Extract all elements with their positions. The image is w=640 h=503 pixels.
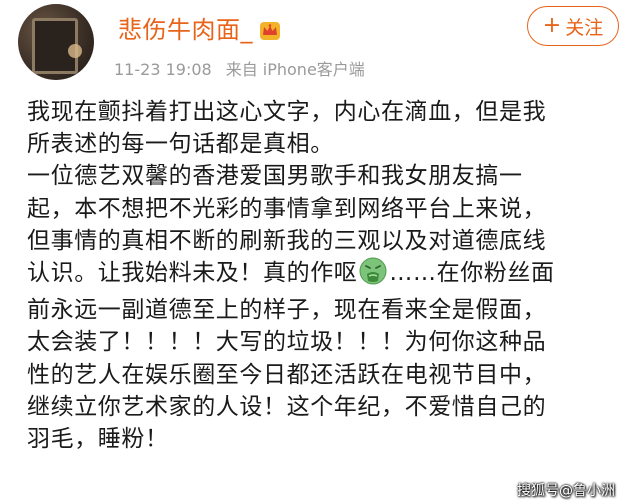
vomit-emoji-icon bbox=[359, 257, 387, 294]
content-line: 但事情的真相不断的刷新我的三观以及对道德底线 bbox=[27, 227, 547, 254]
crown-icon bbox=[259, 19, 281, 47]
content-line-with-emoji: 认识。让我始料未及！真的作呕 ……在你粉丝面 bbox=[27, 257, 627, 294]
watermark: 搜狐号@鲁小洲 bbox=[517, 483, 615, 499]
content-line-part: 认识。让我始料未及！真的作呕 bbox=[27, 260, 358, 287]
avatar-photo-light bbox=[68, 44, 82, 58]
post-content: 我现在颤抖着打出这心文字，内心在滴血，但是我 所表述的每一句话都是真相。 一位德… bbox=[27, 96, 627, 455]
content-line: 一位德艺双馨的香港爱国男歌手和我女朋友搞一 bbox=[27, 163, 523, 190]
post-source: 来自 iPhone客户端 bbox=[225, 60, 365, 79]
content-line: 所表述的每一句话都是真相。 bbox=[27, 131, 334, 158]
plus-icon: + bbox=[542, 13, 562, 38]
follow-label: 关注 bbox=[565, 16, 604, 39]
content-line: 前永远一副道德至上的样子，现在看来全是假面， bbox=[27, 297, 547, 324]
content-line: 我现在颤抖着打出这心文字，内心在滴血，但是我 bbox=[27, 99, 547, 125]
content-line: 羽毛，睡粉！ bbox=[27, 426, 169, 453]
post-timestamp: 11-23 19:08 bbox=[114, 60, 212, 79]
username-text: 悲伤牛肉面_ bbox=[118, 16, 253, 44]
avatar[interactable] bbox=[18, 4, 94, 80]
content-line-part: ……在你粉丝面 bbox=[389, 260, 555, 287]
content-line: 太会装了！！！！大写的垃圾！！！为何你这种品 bbox=[27, 329, 547, 356]
content-line: 继续立你艺术家的人设！这个年纪，不爱惜自己的 bbox=[27, 393, 547, 420]
content-line: 性的艺人在娱乐圈至今日都还活跃在电视节目中， bbox=[27, 361, 547, 388]
username[interactable]: 悲伤牛肉面_ bbox=[118, 10, 281, 47]
content-line: 起，本不想把不光彩的事情拿到网络平台上来说， bbox=[27, 195, 547, 222]
post-header: 悲伤牛肉面_ 11-23 19:08 来自 iPhone客户端 + 关注 bbox=[0, 0, 640, 90]
follow-button[interactable]: + 关注 bbox=[527, 6, 619, 46]
post-meta: 11-23 19:08 来自 iPhone客户端 bbox=[114, 56, 365, 80]
